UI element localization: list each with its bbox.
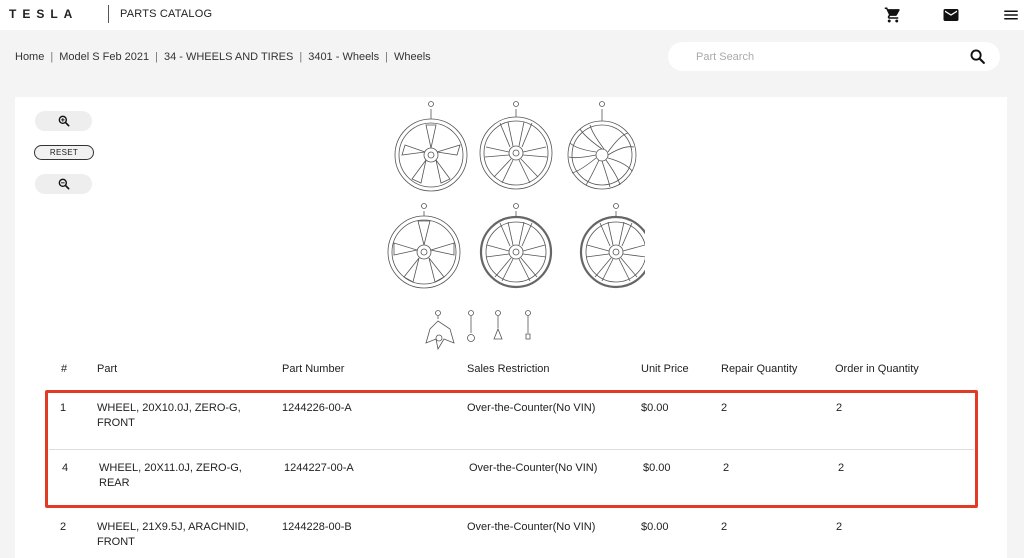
mail-icon[interactable]: [942, 6, 960, 24]
row-part-position: FRONT: [97, 536, 135, 548]
wheel-6-drawing: [579, 203, 645, 289]
wheel-2-drawing: [479, 101, 553, 190]
catalog-panel: RESET # Part Part Number Sales Restricti…: [15, 97, 1007, 558]
breadcrumb-separator: |: [299, 51, 303, 63]
center-cap-drawing: [425, 310, 455, 351]
wheel-5-drawing: [479, 203, 553, 289]
highlight-box: [45, 390, 978, 508]
zoom-out-icon: [58, 178, 69, 190]
valve-drawing: [493, 310, 503, 340]
reset-button[interactable]: RESET: [34, 145, 94, 160]
row-part: WHEEL, 21X9.5J, ARACHNID, FRONT: [97, 520, 267, 550]
breadcrumb-separator: |: [155, 51, 158, 63]
row-part-number[interactable]: 1244228-00-B: [282, 520, 352, 535]
col-sales-restriction: Sales Restriction: [467, 363, 550, 375]
row-part-name: WHEEL, 21X9.5J, ARACHNID,: [97, 521, 249, 533]
breadcrumb-separator: |: [385, 51, 388, 63]
breadcrumb-group[interactable]: 34 - WHEELS AND TIRES: [164, 51, 293, 63]
row-repair-quantity: 2: [721, 521, 728, 533]
row-order-quantity: 2: [836, 521, 843, 533]
col-unit-price: Unit Price: [641, 363, 689, 375]
row-sales-restriction: Over-the-Counter(No VIN): [467, 521, 596, 533]
tesla-logo[interactable]: TESLA: [9, 7, 78, 21]
breadcrumb-separator: |: [50, 51, 54, 63]
parts-table-header: # Part Part Number Sales Restriction Uni…: [15, 363, 1007, 379]
row-unit-price: $0.00: [641, 521, 669, 533]
small-part-11-drawing: [525, 310, 531, 340]
menu-icon[interactable]: [1002, 6, 1020, 24]
col-number: #: [61, 363, 68, 375]
col-part: Part: [97, 363, 118, 375]
wheel-4-drawing: [387, 203, 461, 289]
parts-catalog-title[interactable]: PARTS CATALOG: [120, 8, 212, 20]
cart-icon[interactable]: [884, 6, 902, 24]
breadcrumb-subgroup[interactable]: 3401 - Wheels: [308, 51, 379, 63]
col-order-quantity: Order in Quantity: [835, 363, 919, 375]
breadcrumb-home[interactable]: Home: [15, 51, 44, 63]
zoom-in-icon: [58, 115, 69, 127]
col-part-number: Part Number: [282, 363, 345, 375]
wheel-3-drawing: [567, 101, 637, 190]
row-number: 2: [60, 521, 67, 533]
breadcrumb-model[interactable]: Model S Feb 2021: [59, 51, 149, 63]
col-repair-quantity: Repair Quantity: [721, 363, 798, 375]
part-search-box: [668, 42, 1000, 71]
top-bar: TESLA PARTS CATALOG: [0, 0, 1024, 30]
zoom-in-button[interactable]: [35, 111, 92, 131]
search-icon[interactable]: [969, 48, 986, 65]
breadcrumb: Home | Model S Feb 2021 | 34 - WHEELS AN…: [15, 51, 431, 63]
zoom-out-button[interactable]: [35, 174, 92, 194]
small-part-8-drawing: [467, 310, 475, 342]
brand-divider: [108, 5, 109, 23]
part-search-input[interactable]: [696, 48, 956, 65]
parts-diagram[interactable]: [380, 97, 645, 355]
breadcrumb-current[interactable]: Wheels: [394, 51, 431, 63]
parts-diagram-drawing: [387, 101, 645, 351]
wheel-1-drawing: [394, 101, 468, 192]
